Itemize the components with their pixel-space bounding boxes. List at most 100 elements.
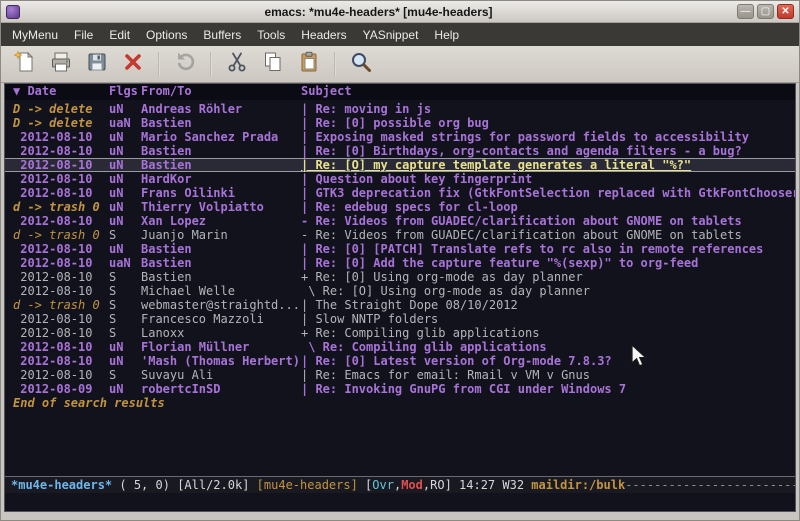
message-row[interactable]: 2012-08-10SLanoxx+ Re: Compiling glib ap… xyxy=(5,326,795,340)
modeline-segment: *mu4e-headers* xyxy=(11,478,112,492)
mark-label: d -> trash 0 xyxy=(13,200,109,214)
message-row[interactable]: d -> trash 0uNThierry Volpiatto| Re: ede… xyxy=(5,200,795,214)
close-button[interactable]: ✕ xyxy=(777,4,794,19)
menu-yasnippet[interactable]: YASnippet xyxy=(355,24,427,46)
subject-cell: | Re: [0] Latest version of Org-mode 7.8… xyxy=(301,354,795,368)
from-cell: Juanjo Marin xyxy=(141,228,301,242)
from-cell: Suvayu Ali xyxy=(141,368,301,382)
save-button[interactable] xyxy=(79,49,115,80)
flags-cell: uaN xyxy=(109,256,141,270)
menu-tools[interactable]: Tools xyxy=(249,24,293,46)
modeline-segment: ( 5, 0) xyxy=(112,478,177,492)
from-cell: Xan Lopez xyxy=(141,214,301,228)
toolbar-separator xyxy=(334,52,336,76)
column-flags[interactable]: Flgs xyxy=(109,84,141,100)
echo-area[interactable] xyxy=(5,493,795,511)
sort-column-date[interactable]: ▼ Date xyxy=(13,84,109,100)
modeline-segment: [mu4e-headers] xyxy=(257,478,365,492)
subject-cell: | Slow NNTP folders xyxy=(301,312,795,326)
mode-line[interactable]: *mu4e-headers* ( 5, 0) [All/2.0k] [mu4e-… xyxy=(5,476,795,493)
headers-header-line: ▼ Date Flgs From/To Subject xyxy=(5,84,795,100)
date-cell: 2012-08-10 xyxy=(13,284,109,298)
from-cell: Bastien xyxy=(141,144,301,158)
menu-headers[interactable]: Headers xyxy=(293,24,354,46)
date-cell: 2012-08-10 xyxy=(13,312,109,326)
menu-options[interactable]: Options xyxy=(138,24,195,46)
cut-icon xyxy=(225,50,249,79)
search-button[interactable] xyxy=(343,49,379,80)
subject-cell: | Re: [0] possible org bug xyxy=(301,116,795,130)
message-row[interactable]: D -> deleteuaNBastien| Re: [0] possible … xyxy=(5,116,795,130)
message-row[interactable]: 2012-08-10uNBastien| Re: [0] Birthdays, … xyxy=(5,144,795,158)
modeline-segment: maildir:/bulk xyxy=(531,478,625,492)
toolbar-separator xyxy=(158,52,160,76)
subject-cell: | Re: Invoking GnuPG from CGI under Wind… xyxy=(301,382,795,396)
new-file-button[interactable] xyxy=(7,49,43,80)
message-row[interactable]: d -> trash 0Swebmaster@straightd...| The… xyxy=(5,298,795,312)
flags-cell: uN xyxy=(109,382,141,396)
message-row[interactable]: 2012-08-10uNBastien| Re: [0] [PATCH] Tra… xyxy=(5,242,795,256)
date-cell: 2012-08-10 xyxy=(13,256,109,270)
column-from[interactable]: From/To xyxy=(141,84,301,100)
menu-buffers[interactable]: Buffers xyxy=(195,24,249,46)
mark-label: d -> trash 0 xyxy=(13,228,109,242)
subject-cell: - Re: Videos from GUADEC/clarification a… xyxy=(301,214,795,228)
flags-cell: uN xyxy=(109,200,141,214)
paste-button[interactable] xyxy=(291,49,327,80)
modeline-segment: ----------------------------------------… xyxy=(625,478,795,492)
subject-cell: + Re: [0] Using org-mode as day planner xyxy=(301,270,795,284)
subject-cell: | Re: Emacs for email: Rmail v VM v Gnus xyxy=(301,368,795,382)
modeline-segment: Ovr xyxy=(372,478,394,492)
cut-button[interactable] xyxy=(219,49,255,80)
message-row[interactable]: 2012-08-10uNFlorian Müllner \ Re: Compil… xyxy=(5,340,795,354)
date-cell: 2012-08-10 xyxy=(13,340,109,354)
from-cell: Florian Müllner xyxy=(141,340,301,354)
column-subject[interactable]: Subject xyxy=(301,84,795,100)
menu-mymenu[interactable]: MyMenu xyxy=(4,24,66,46)
minimize-button[interactable]: — xyxy=(737,4,754,19)
message-row[interactable]: 2012-08-10SMichael Welle \ Re: [O] Using… xyxy=(5,284,795,298)
date-cell: 2012-08-10 xyxy=(13,354,109,368)
toolbar-separator xyxy=(210,52,212,76)
titlebar[interactable]: emacs: *mu4e-headers* [mu4e-headers] — ▢… xyxy=(1,1,799,23)
window-controls: — ▢ ✕ xyxy=(737,4,794,19)
message-row[interactable]: D -> deleteuNAndreas Röhler| Re: moving … xyxy=(5,102,795,116)
message-row[interactable]: 2012-08-10uNHardKor| Question about key … xyxy=(5,172,795,186)
undo-button[interactable] xyxy=(167,49,203,80)
message-row[interactable]: 2012-08-09uNrobertcInSD| Re: Invoking Gn… xyxy=(5,382,795,396)
mark-label: d -> trash 0 xyxy=(13,298,109,312)
message-row[interactable]: 2012-08-10uaNBastien| Re: [0] Add the ca… xyxy=(5,256,795,270)
message-row[interactable]: 2012-08-10uNBastien| Re: [O] my capture … xyxy=(5,158,795,172)
message-row[interactable]: 2012-08-10uN'Mash (Thomas Herbert)| Re: … xyxy=(5,354,795,368)
message-row[interactable]: 2012-08-10SBastien+ Re: [0] Using org-mo… xyxy=(5,270,795,284)
subject-cell: | GTK3 deprecation fix (GtkFontSelection… xyxy=(301,186,795,200)
message-row[interactable]: 2012-08-10uNMario Sanchez Prada| Exposin… xyxy=(5,130,795,144)
menu-file[interactable]: File xyxy=(66,24,101,46)
subject-cell: | Question about key fingerprint xyxy=(301,172,795,186)
mark-label: D -> delete xyxy=(13,102,109,116)
subject-cell: | Re: [0] [PATCH] Translate refs to rc a… xyxy=(301,242,795,256)
date-cell: 2012-08-10 xyxy=(13,242,109,256)
menu-help[interactable]: Help xyxy=(426,24,467,46)
message-row[interactable]: 2012-08-10uNXan Lopez- Re: Videos from G… xyxy=(5,214,795,228)
message-row[interactable]: 2012-08-10SFrancesco Mazzoli| Slow NNTP … xyxy=(5,312,795,326)
menu-edit[interactable]: Edit xyxy=(101,24,138,46)
from-cell: Michael Welle xyxy=(141,284,301,298)
from-cell: Thierry Volpiatto xyxy=(141,200,301,214)
copy-button[interactable] xyxy=(255,49,291,80)
message-row[interactable]: 2012-08-10uNFrans Oilinki| GTK3 deprecat… xyxy=(5,186,795,200)
maximize-button[interactable]: ▢ xyxy=(757,4,774,19)
from-cell: Bastien xyxy=(141,256,301,270)
message-row[interactable]: 2012-08-10SSuvayu Ali| Re: Emacs for ema… xyxy=(5,368,795,382)
flags-cell: uN xyxy=(109,186,141,200)
flags-cell: uN xyxy=(109,172,141,186)
flags-cell: S xyxy=(109,228,141,242)
message-row[interactable]: d -> trash 0SJuanjo Marin- Re: Videos fr… xyxy=(5,228,795,242)
from-cell: Bastien xyxy=(141,116,301,130)
flags-cell: uN xyxy=(109,158,141,172)
subject-cell: | Re: [0] Add the capture feature "%(sex… xyxy=(301,256,795,270)
print-button[interactable] xyxy=(43,49,79,80)
date-cell: 2012-08-10 xyxy=(13,270,109,284)
close-buffer-button[interactable] xyxy=(115,49,151,80)
mark-label: D -> delete xyxy=(13,116,109,130)
